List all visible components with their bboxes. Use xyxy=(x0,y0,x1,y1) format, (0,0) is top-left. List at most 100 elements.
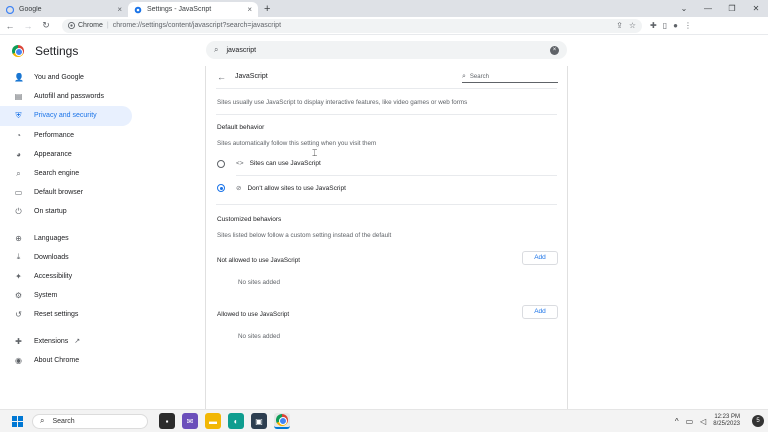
clipboard-icon: ▤ xyxy=(14,92,23,102)
clock-time: 12:23 PM xyxy=(714,414,740,420)
allowed-empty: No sites added xyxy=(238,333,281,340)
chat-icon[interactable]: ✉ xyxy=(182,413,198,429)
sidebar-item-label: Downloads xyxy=(34,253,69,261)
option-block-javascript[interactable]: ⊘ Don't allow sites to use JavaScript xyxy=(236,184,346,193)
sidebar-item-appearance[interactable]: ◕ Appearance xyxy=(0,145,132,164)
address-bar[interactable]: Chrome | chrome://settings/content/javas… xyxy=(62,18,642,33)
code-off-icon: ⊘ xyxy=(236,185,242,192)
settings-title: Settings xyxy=(35,44,79,58)
page-description: Sites usually use JavaScript to display … xyxy=(217,99,468,106)
chrome-taskbar-icon[interactable] xyxy=(274,413,290,429)
taskbar-search-input[interactable]: ⌕ Search xyxy=(32,413,148,429)
tray-overflow-icon[interactable]: ^ xyxy=(675,417,679,426)
taskbar-clock[interactable]: 12:23 PM 8/25/2023 xyxy=(713,414,740,428)
new-tab-button[interactable]: + xyxy=(264,2,270,17)
page-search-input[interactable]: ⌕ Search xyxy=(462,71,558,83)
add-allowed-button[interactable]: Add xyxy=(522,305,558,319)
accessibility-icon: ✦ xyxy=(15,271,22,281)
browser-toolbar: ← → ↻ Chrome | chrome://settings/content… xyxy=(0,17,768,35)
sidebar-item-about-chrome[interactable]: ◉ About Chrome xyxy=(0,351,132,370)
sidebar-item-default-browser[interactable]: ▭ Default browser xyxy=(0,183,132,202)
back-button[interactable]: ← xyxy=(2,21,18,31)
edge-icon[interactable]: ◐ xyxy=(228,413,244,429)
sidebar-item-system[interactable]: ⚙ System xyxy=(0,286,132,305)
sidebar-item-autofill[interactable]: ▤ Autofill and passwords xyxy=(0,87,132,106)
windows-start-icon[interactable] xyxy=(12,415,23,427)
sidebar-item-label: Appearance xyxy=(34,150,72,158)
reload-button[interactable]: ↻ xyxy=(38,20,54,31)
chrome-logo-icon xyxy=(12,45,24,57)
add-not-allowed-button[interactable]: Add xyxy=(522,251,558,265)
address-separator: | xyxy=(106,22,109,29)
tab-google[interactable]: Google × xyxy=(0,2,128,17)
sidebar-item-reset-settings[interactable]: ↺ Reset settings xyxy=(0,305,132,324)
radio-allow-javascript[interactable] xyxy=(217,160,225,168)
sidebar-item-performance[interactable]: ◔ Performance xyxy=(0,126,132,145)
title-divider xyxy=(216,88,557,89)
sidebar-item-label: Performance xyxy=(34,131,75,139)
sidebar-item-you-and-google[interactable]: 👤 You and Google xyxy=(0,68,132,87)
window-controls: ⌄ — ❐ ✕ xyxy=(672,0,768,17)
default-behavior-subtext: Sites automatically follow this setting … xyxy=(217,140,377,147)
sidebar-item-label: Autofill and passwords xyxy=(34,93,105,101)
network-icon[interactable]: ▭ xyxy=(686,417,694,426)
chrome-site-icon xyxy=(68,22,75,29)
profile-avatar-icon[interactable]: ● xyxy=(673,21,678,30)
search-value[interactable]: javascript xyxy=(226,47,550,54)
javascript-settings-card: ← JavaScript ⌕ Search Sites usually use … xyxy=(205,66,568,409)
default-behavior-heading: Default behavior xyxy=(217,124,265,131)
taskbar-search-placeholder: Search xyxy=(52,417,75,425)
taskbar-apps: ▪ ✉ ▬ ◐ ▣ xyxy=(159,413,290,429)
sidebar-item-label: Privacy and security xyxy=(34,112,97,120)
bookmark-star-icon[interactable]: ☆ xyxy=(629,21,636,30)
sidebar-item-privacy-and-security[interactable]: ⛨ Privacy and security xyxy=(0,106,132,126)
sidebar-item-languages[interactable]: ⊕ Languages xyxy=(0,229,132,248)
windows-taskbar: ⌕ Search ▪ ✉ ▬ ◐ ▣ ^ ▭ ◁ 12:23 PM 8/25/2… xyxy=(0,409,768,432)
not-allowed-label: Not allowed to use JavaScript xyxy=(217,257,300,264)
not-allowed-empty: No sites added xyxy=(238,279,281,286)
settings-search-input[interactable]: ⌕ javascript × xyxy=(206,41,567,59)
share-icon[interactable]: ⇪ xyxy=(616,21,623,30)
google-favicon-icon xyxy=(6,5,14,14)
section-divider xyxy=(216,204,557,205)
radio-block-javascript[interactable] xyxy=(217,184,225,192)
sidebar-item-on-startup[interactable]: ⏻ On startup xyxy=(0,202,132,221)
allowed-label: Allowed to use JavaScript xyxy=(217,311,290,318)
palette-icon: ◕ xyxy=(16,149,21,159)
task-view-icon[interactable]: ▪ xyxy=(159,413,175,429)
restore-button[interactable]: ❐ xyxy=(720,4,744,13)
sidebar-item-extensions[interactable]: ✚ Extensions ↗ xyxy=(0,331,132,350)
tab-settings-javascript[interactable]: Settings - JavaScript × xyxy=(128,2,258,17)
sidebar-item-label: Languages xyxy=(34,234,69,242)
store-icon[interactable]: ▣ xyxy=(251,413,267,429)
back-arrow-icon[interactable]: ← xyxy=(217,72,226,82)
url-text[interactable]: chrome://settings/content/javascript?sea… xyxy=(113,22,281,29)
sidebar-item-label: Reset settings xyxy=(34,311,79,319)
sidebar-item-accessibility[interactable]: ✦ Accessibility xyxy=(0,267,132,286)
chrome-logo-icon xyxy=(276,414,288,426)
close-window-button[interactable]: ✕ xyxy=(744,4,768,13)
mouse-cursor-icon: ⌶ xyxy=(312,148,318,158)
sidebar-item-downloads[interactable]: ⤓ Downloads xyxy=(0,248,132,267)
search-icon: ⌕ xyxy=(214,45,219,54)
notification-badge[interactable]: 5 xyxy=(752,415,764,427)
tab-close-icon[interactable]: × xyxy=(247,5,252,14)
menu-kebab-icon[interactable]: ⋮ xyxy=(684,21,692,30)
code-brackets-icon: <> xyxy=(236,160,244,167)
tab-close-icon[interactable]: × xyxy=(117,5,122,14)
section-divider xyxy=(216,114,557,115)
clear-search-icon[interactable]: × xyxy=(550,45,559,55)
extensions-puzzle-icon[interactable]: ✚ xyxy=(650,21,657,30)
option-allow-javascript[interactable]: <> Sites can use JavaScript xyxy=(236,160,321,167)
volume-icon[interactable]: ◁ xyxy=(700,417,706,426)
option-divider xyxy=(236,175,557,176)
forward-button[interactable]: → xyxy=(20,21,36,31)
minimize-button[interactable]: — xyxy=(696,4,720,13)
tab-search-icon[interactable]: ⌄ xyxy=(672,4,696,13)
side-panel-icon[interactable]: ▯ xyxy=(663,21,667,30)
search-icon: ⌕ xyxy=(40,416,45,425)
power-icon: ⏻ xyxy=(15,206,22,216)
sidebar-item-search-engine[interactable]: ⌕ Search engine xyxy=(0,164,132,183)
file-explorer-icon[interactable]: ▬ xyxy=(205,413,221,429)
